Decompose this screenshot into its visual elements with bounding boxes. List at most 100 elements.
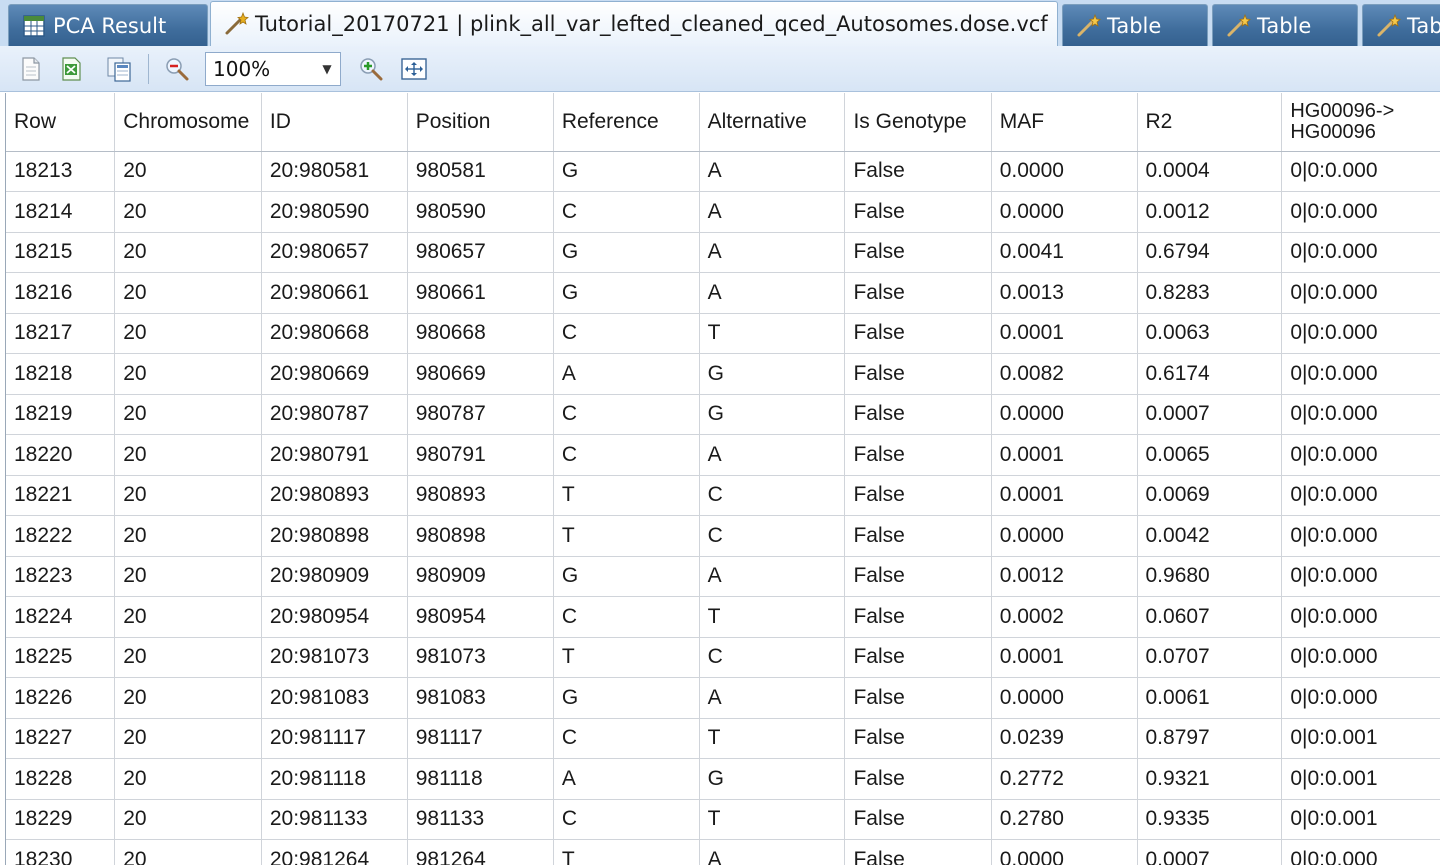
table-cell[interactable]: G <box>699 758 846 800</box>
table-cell[interactable]: 0.0000 <box>991 394 1138 435</box>
table-cell[interactable]: C <box>553 718 700 759</box>
tab-vcf-table[interactable]: Tutorial_20170721 | plink_all_var_lefted… <box>210 1 1058 46</box>
table-cell[interactable]: 18229 <box>6 799 116 840</box>
table-cell[interactable]: 0.0607 <box>1137 596 1283 638</box>
table-cell[interactable]: 18214 <box>6 191 116 233</box>
tab-pca-result[interactable]: PCA Result <box>8 4 208 46</box>
table-cell[interactable]: 0.6794 <box>1137 232 1283 273</box>
table-cell[interactable]: 0.8797 <box>1137 718 1283 759</box>
table-cell[interactable]: False <box>844 272 992 314</box>
table-cell[interactable]: 20:980893 <box>261 475 408 516</box>
table-cell[interactable]: 0.0239 <box>991 718 1138 759</box>
column-header[interactable]: ID <box>261 93 408 152</box>
table-cell[interactable]: False <box>844 677 992 719</box>
table-cell[interactable]: False <box>844 394 992 435</box>
table-cell[interactable]: G <box>699 353 846 395</box>
table-cell[interactable]: C <box>553 799 700 840</box>
table-cell[interactable]: 0|0:0.000 <box>1281 191 1440 233</box>
table-cell[interactable]: 980657 <box>407 232 554 273</box>
export-excel-button[interactable] <box>56 54 86 84</box>
table-cell[interactable]: 20:980581 <box>261 151 408 192</box>
table-cell[interactable]: 20 <box>114 313 262 354</box>
table-cell[interactable]: 18226 <box>6 677 116 719</box>
table-cell[interactable]: 0.8283 <box>1137 272 1283 314</box>
table-cell[interactable]: 981083 <box>407 677 554 719</box>
table-cell[interactable]: C <box>699 515 846 557</box>
table-cell[interactable]: G <box>553 272 700 314</box>
table-cell[interactable]: 981073 <box>407 637 554 678</box>
table-cell[interactable]: 0|0:0.000 <box>1281 232 1440 273</box>
table-cell[interactable]: 0|0:0.000 <box>1281 596 1440 638</box>
table-row[interactable]: 18215 20 20:980657 980657 G A False 0.0041 0.679… <box>6 232 1440 273</box>
table-cell[interactable]: False <box>844 556 992 597</box>
table-row[interactable]: 18229 20 20:981133 981133 C T False 0.2780 0.933… <box>6 799 1440 840</box>
table-row[interactable]: 18220 20 20:980791 980791 C A False 0.0001 0.006… <box>6 434 1440 476</box>
table-cell[interactable]: 0|0:0.000 <box>1281 515 1440 557</box>
table-cell[interactable]: False <box>844 758 992 800</box>
table-cell[interactable]: 980668 <box>407 313 554 354</box>
table-cell[interactable]: False <box>844 637 992 678</box>
table-cell[interactable]: 20 <box>114 272 262 314</box>
table-cell[interactable]: 0.0012 <box>1137 191 1283 233</box>
table-cell[interactable]: A <box>699 556 846 597</box>
table-cell[interactable]: 20 <box>114 596 262 638</box>
table-cell[interactable]: 20 <box>114 394 262 435</box>
table-cell[interactable]: 18228 <box>6 758 116 800</box>
table-cell[interactable]: 0|0:0.000 <box>1281 434 1440 476</box>
table-row[interactable]: 18224 20 20:980954 980954 C T False 0.0002 0.060… <box>6 596 1440 638</box>
table-cell[interactable]: 0|0:0.000 <box>1281 394 1440 435</box>
table-cell[interactable]: A <box>699 232 846 273</box>
table-cell[interactable]: G <box>553 556 700 597</box>
table-row[interactable]: 18228 20 20:981118 981118 A G False 0.2772 0.932… <box>6 758 1440 800</box>
table-cell[interactable]: 18218 <box>6 353 116 395</box>
copy-pages-button[interactable] <box>104 54 134 84</box>
column-header[interactable]: HG00096-> HG00096 <box>1281 93 1440 152</box>
table-row[interactable]: 18221 20 20:980893 980893 T C False 0.0001 0.006… <box>6 475 1440 516</box>
zoom-select[interactable]: 100% ▼ <box>205 52 341 86</box>
table-cell[interactable]: 980954 <box>407 596 554 638</box>
table-cell[interactable]: A <box>553 353 700 395</box>
table-row[interactable]: 18223 20 20:980909 980909 G A False 0.0012 0.968… <box>6 556 1440 597</box>
table-cell[interactable]: 0.0013 <box>991 272 1138 314</box>
table-row[interactable]: 18217 20 20:980668 980668 C T False 0.0001 0.006… <box>6 313 1440 354</box>
table-cell[interactable]: T <box>699 596 846 638</box>
column-header[interactable]: Position <box>407 93 554 152</box>
new-document-button[interactable] <box>16 54 46 84</box>
table-cell[interactable]: A <box>699 191 846 233</box>
table-cell[interactable]: A <box>699 151 846 192</box>
table-row[interactable]: 18213 20 20:980581 980581 G A False 0.0000 0.000… <box>6 151 1440 192</box>
table-cell[interactable]: C <box>553 191 700 233</box>
table-cell[interactable]: 0.0007 <box>1137 394 1283 435</box>
table-cell[interactable]: 0.0004 <box>1137 151 1283 192</box>
table-cell[interactable]: 980581 <box>407 151 554 192</box>
column-header[interactable]: Row <box>6 93 116 152</box>
table-cell[interactable]: 0.9321 <box>1137 758 1283 800</box>
table-cell[interactable]: 0|0:0.001 <box>1281 799 1440 840</box>
table-cell[interactable]: 980898 <box>407 515 554 557</box>
table-cell[interactable]: 0.0065 <box>1137 434 1283 476</box>
table-cell[interactable]: 0.0000 <box>991 191 1138 233</box>
table-row[interactable]: 18214 20 20:980590 980590 C A False 0.0000 0.001… <box>6 191 1440 233</box>
table-cell[interactable]: 0|0:0.000 <box>1281 151 1440 192</box>
table-cell[interactable]: 0.0061 <box>1137 677 1283 719</box>
table-cell[interactable]: 20:980954 <box>261 596 408 638</box>
zoom-out-button[interactable] <box>162 54 192 84</box>
table-cell[interactable]: A <box>553 758 700 800</box>
table-cell[interactable]: 20 <box>114 353 262 395</box>
table-cell[interactable]: 0.0000 <box>991 151 1138 192</box>
table-cell[interactable]: C <box>699 637 846 678</box>
table-cell[interactable]: 18223 <box>6 556 116 597</box>
table-cell[interactable]: 20 <box>114 475 262 516</box>
table-cell[interactable]: False <box>844 515 992 557</box>
table-cell[interactable]: 0.0063 <box>1137 313 1283 354</box>
table-cell[interactable]: 18224 <box>6 596 116 638</box>
table-cell[interactable]: 980661 <box>407 272 554 314</box>
table-cell[interactable]: 18220 <box>6 434 116 476</box>
table-cell[interactable]: 20 <box>114 232 262 273</box>
chevron-down-icon[interactable]: ▼ <box>314 62 340 76</box>
table-cell[interactable]: 20:981083 <box>261 677 408 719</box>
table-cell[interactable]: 20:980590 <box>261 191 408 233</box>
data-grid[interactable]: Row Chromosome ID Position Reference Alternat… <box>5 93 1440 865</box>
table-cell[interactable]: 0|0:0.001 <box>1281 758 1440 800</box>
table-row[interactable]: 18219 20 20:980787 980787 C G False 0.0000 0.000… <box>6 394 1440 435</box>
